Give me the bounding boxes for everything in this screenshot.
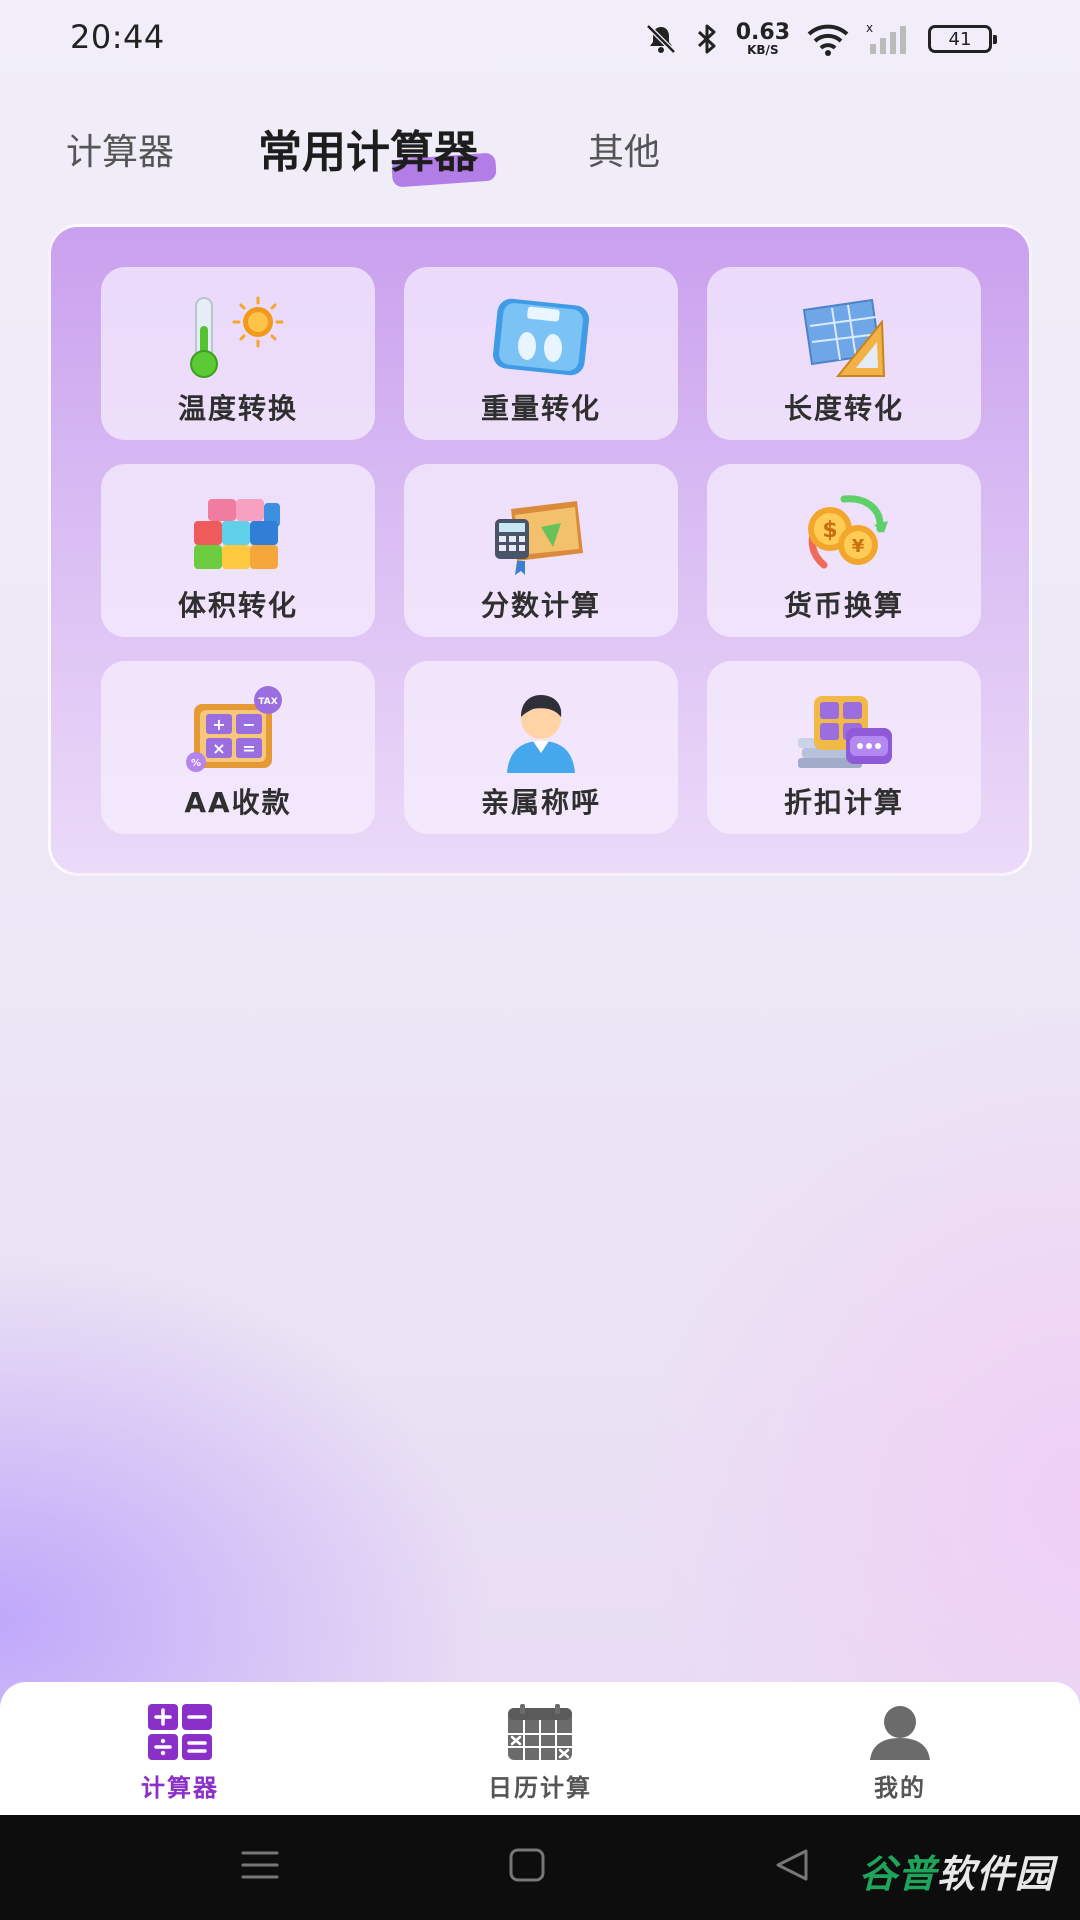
back-icon[interactable] <box>772 1847 810 1883</box>
net-speed-unit: KB/S <box>747 43 779 57</box>
svg-text:%: % <box>191 758 201 769</box>
svg-text:TAX: TAX <box>258 697 277 707</box>
wifi-icon <box>807 24 849 56</box>
nav-item-calendar[interactable]: 日历计算 <box>440 1704 640 1803</box>
nav-label: 我的 <box>874 1774 926 1802</box>
bottom-nav: 计算器 日历计算 我的 <box>0 1682 1080 1815</box>
status-icons: 0.63 KB/S x 41 <box>644 18 997 60</box>
tools-panel: 温度转换 重量转化 长度转化 体积转化 分数计算 $ ¥ 货币换算 + − × … <box>48 224 1032 876</box>
books-calculator-icon <box>481 486 601 582</box>
watermark-part-1: 谷普 <box>858 1852 937 1896</box>
watermark-part-2: 软件园 <box>936 1852 1054 1896</box>
user-icon <box>870 1706 930 1760</box>
svg-text:×: × <box>212 739 225 758</box>
tool-label: AA收款 <box>184 786 292 819</box>
nav-label: 日历计算 <box>488 1774 592 1802</box>
tool-relatives[interactable]: 亲属称呼 <box>404 661 678 834</box>
tab-common-calculators[interactable]: 常用计算器 <box>258 118 497 188</box>
scale-icon <box>481 289 601 385</box>
system-nav-bar: 谷普软件园 <box>0 1815 1080 1920</box>
svg-text:¥: ¥ <box>852 536 865 557</box>
signal-icon: x <box>866 22 906 54</box>
home-icon[interactable] <box>508 1847 546 1883</box>
cube-icon <box>178 486 298 582</box>
tool-currency[interactable]: $ ¥ 货币换算 <box>707 464 981 637</box>
watermark-logo: 谷普软件园 <box>859 1843 1054 1898</box>
tool-discount[interactable]: 折扣计算 <box>707 661 981 834</box>
nav-label: 计算器 <box>141 1774 219 1802</box>
status-time: 20:44 <box>70 18 165 56</box>
top-tabs: 计算器 常用计算器 其他 <box>0 118 1080 198</box>
tools-grid: 温度转换 重量转化 长度转化 体积转化 分数计算 $ ¥ 货币换算 + − × … <box>101 267 981 834</box>
coins-exchange-icon: $ ¥ <box>784 486 904 582</box>
tool-label: 长度转化 <box>783 392 904 425</box>
tool-label: 折扣计算 <box>783 786 904 819</box>
tax-calculator-icon: + − × = TAX % <box>178 683 298 779</box>
tool-fraction[interactable]: 分数计算 <box>404 464 678 637</box>
tab-other[interactable]: 其他 <box>588 118 660 188</box>
calculator-grid-icon <box>148 1704 212 1760</box>
calendar-icon <box>508 1704 572 1760</box>
nav-item-me[interactable]: 我的 <box>800 1704 1000 1803</box>
svg-text:−: − <box>242 715 255 734</box>
nav-item-calculator[interactable]: 计算器 <box>80 1704 280 1803</box>
blueprint-ruler-icon <box>784 289 904 385</box>
net-speed: 0.63 KB/S <box>735 20 790 57</box>
tool-weight[interactable]: 重量转化 <box>404 267 678 440</box>
tool-label: 货币换算 <box>783 589 904 622</box>
tool-label: 分数计算 <box>480 589 601 622</box>
tool-temperature[interactable]: 温度转换 <box>101 267 375 440</box>
thermometer-sun-icon <box>178 289 298 385</box>
svg-text:x: x <box>866 22 873 35</box>
tab-calculator[interactable]: 计算器 <box>66 118 174 188</box>
tool-aa-payment[interactable]: + − × = TAX % AA收款 <box>101 661 375 834</box>
svg-text:=: = <box>242 739 255 758</box>
tab-common-label: 常用计算器 <box>258 127 478 178</box>
svg-text:$: $ <box>822 518 837 543</box>
tool-volume[interactable]: 体积转化 <box>101 464 375 637</box>
person-icon <box>481 683 601 779</box>
bluetooth-icon <box>697 24 716 54</box>
tool-label: 体积转化 <box>177 589 298 622</box>
menu-icon[interactable] <box>240 1847 280 1883</box>
net-speed-value: 0.63 <box>735 20 790 45</box>
status-bar: 20:44 0.63 KB/S x 41 <box>0 0 1080 80</box>
svg-text:+: + <box>212 715 225 734</box>
tool-label: 重量转化 <box>480 392 601 425</box>
tool-length[interactable]: 长度转化 <box>707 267 981 440</box>
tool-label: 温度转换 <box>177 392 298 425</box>
bell-muted-icon <box>645 24 676 54</box>
discount-calculator-icon <box>784 683 904 779</box>
tool-label: 亲属称呼 <box>480 786 601 819</box>
battery-icon: 41 <box>928 25 997 53</box>
